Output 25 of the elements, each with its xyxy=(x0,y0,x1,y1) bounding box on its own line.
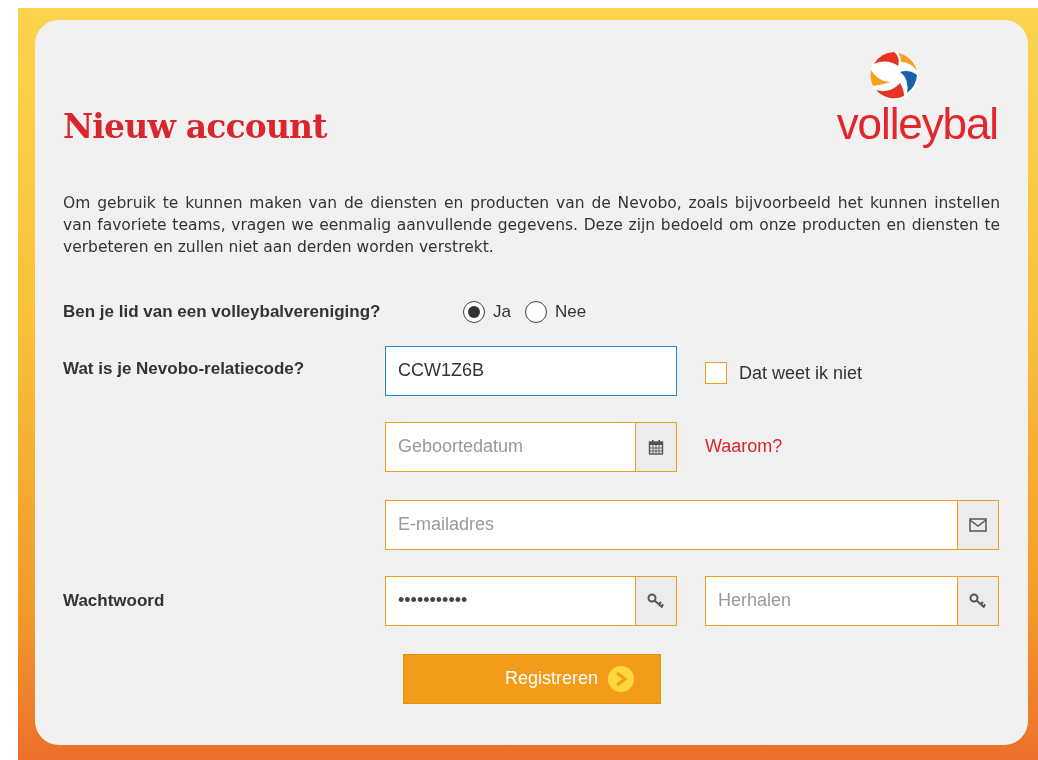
addon-button[interactable] xyxy=(636,421,677,472)
field-label: Ben je lid van een volleybalvereniging? xyxy=(63,300,382,323)
intro-text: Om gebruik te kunnen maken van de diensten en producten van de Nevobo, zoals bijvoorbeeld het kunnen instellen van favoriete teams, vragen we eenmalig aanvullende gegevens. Deze zijn bedoeld om onze producten en diensten te verbeteren en zullen niet aan derden worden verstrekt. xyxy=(63,192,1000,258)
relation-code-field[interactable]: CCW1Z6B xyxy=(385,345,677,396)
addon-button[interactable] xyxy=(958,575,999,626)
repeat-password-field[interactable]: Herhalen xyxy=(705,575,958,626)
logo-text: volleybal xyxy=(836,102,998,146)
password-field[interactable]: ••••••••••• xyxy=(385,575,636,626)
volleyball-icon xyxy=(868,50,920,102)
field-label: Wat is je Nevobo-relatiecode? xyxy=(63,357,306,380)
page-title: Nieuw account xyxy=(63,106,327,148)
addon-button[interactable] xyxy=(958,499,999,550)
arrow-circle-icon xyxy=(608,665,634,692)
unknown-checkbox[interactable]: Dat weet ik niet xyxy=(705,359,863,387)
birthdate-field[interactable]: Geboortedatum xyxy=(385,421,636,472)
key-icon xyxy=(647,592,665,609)
why-link[interactable]: Waarom? xyxy=(705,433,783,460)
key-icon xyxy=(969,592,987,609)
envelope-icon xyxy=(969,517,987,532)
radio-option[interactable]: Nee xyxy=(524,298,587,325)
addon-button[interactable] xyxy=(636,575,677,626)
field-label: Wachtwoord xyxy=(63,589,166,612)
email-field[interactable]: E-mailadres xyxy=(385,499,958,550)
radio-option[interactable]: Ja xyxy=(463,298,511,325)
calendar-icon xyxy=(648,438,664,455)
